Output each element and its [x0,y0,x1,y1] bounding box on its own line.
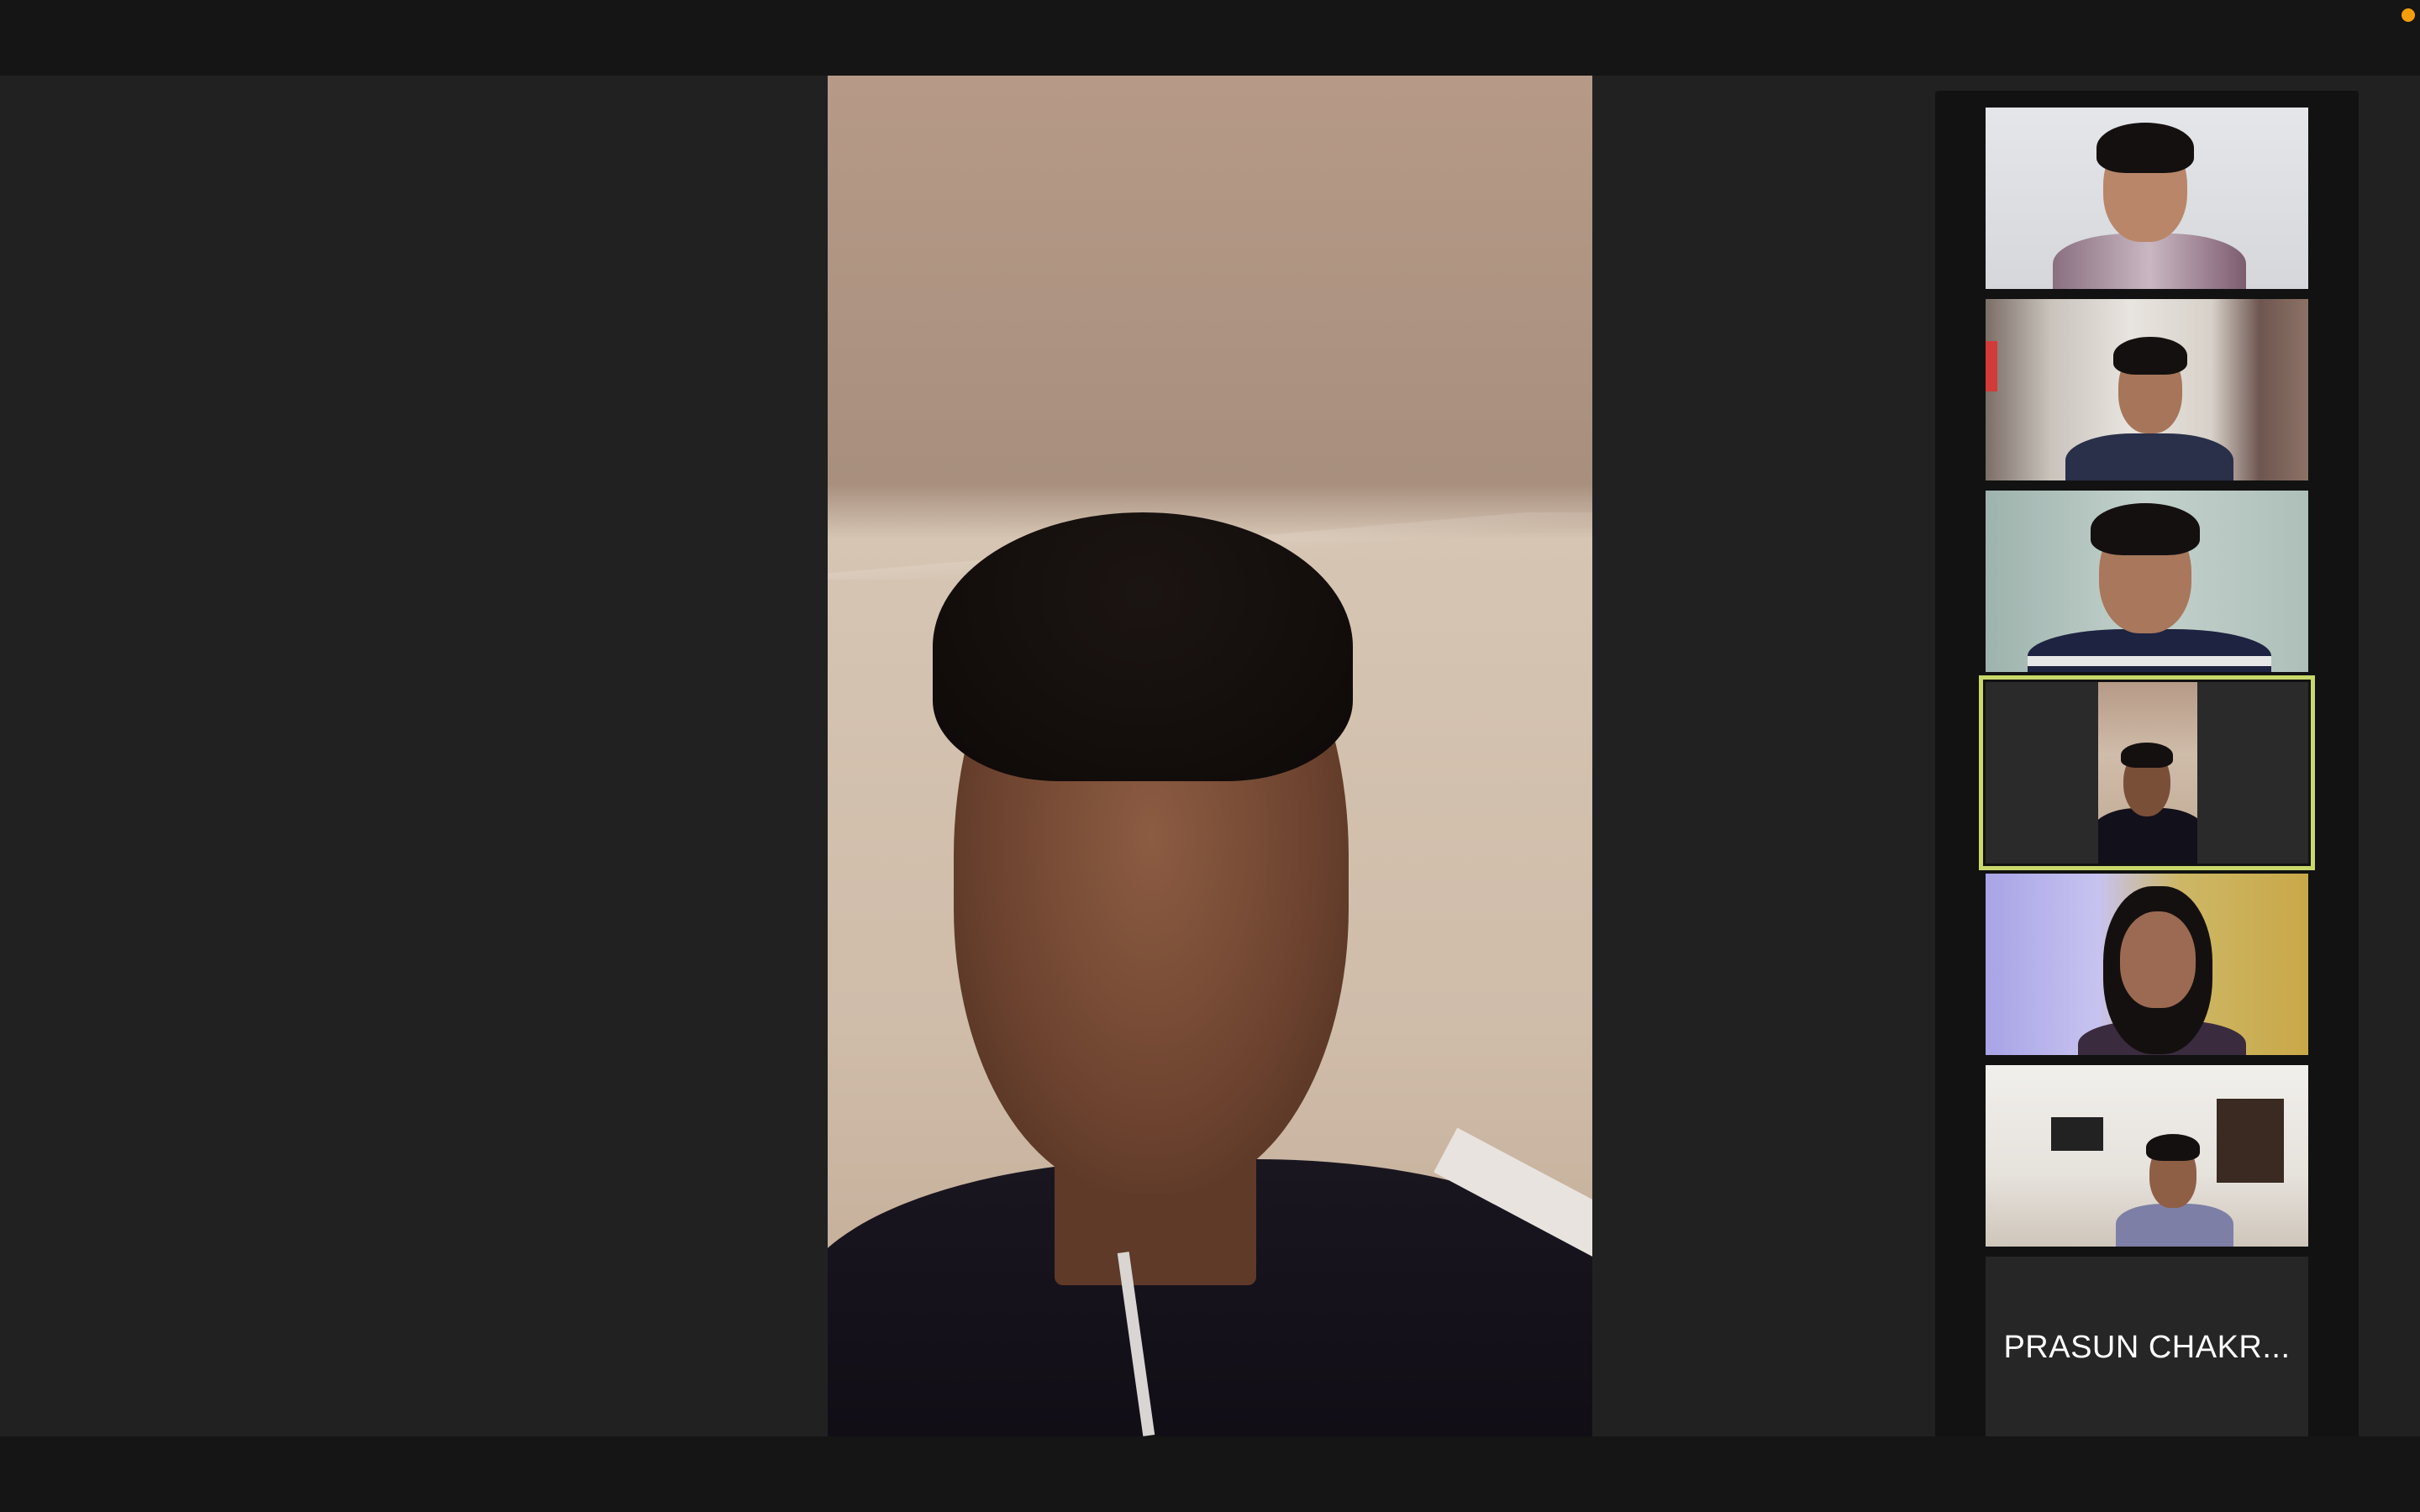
participant-tile-1[interactable] [1986,108,2308,289]
participant-hair [2146,1134,2200,1161]
participant-tile-7-no-video[interactable]: PRASUN CHAKR... [1986,1257,2308,1438]
participant-tile-3[interactable] [1986,491,2308,672]
participant-name-label: PRASUN CHAKR... [2003,1329,2291,1365]
participant-video-portrait [2098,682,2197,864]
recording-indicator-icon [2402,8,2415,22]
participant-hair [2113,337,2187,375]
main-speaker-video[interactable] [828,76,1592,1436]
participant-gallery-panel[interactable]: PRASUN CHAKR... [1935,91,2359,1448]
participant-tile-2[interactable] [1986,299,2308,480]
speaker-hair [933,512,1353,781]
participant-shirt [2065,433,2233,480]
participant-tile-6[interactable] [1986,1065,2308,1247]
red-poster [1986,341,1997,391]
top-bar [0,0,2420,76]
participant-hair [2121,743,2173,768]
participant-tile-5[interactable] [1986,874,2308,1055]
participant-shirt [2028,629,2271,672]
participant-hair [2091,503,2200,555]
participant-tile-4-active-speaker[interactable] [1979,675,2315,870]
room-shelf [2217,1099,2284,1183]
wall-tv [2051,1117,2103,1151]
bottom-bar [0,1436,2420,1512]
participant-hair [2096,123,2194,173]
participant-face [2120,911,2196,1008]
participant-shirt [2116,1204,2233,1247]
